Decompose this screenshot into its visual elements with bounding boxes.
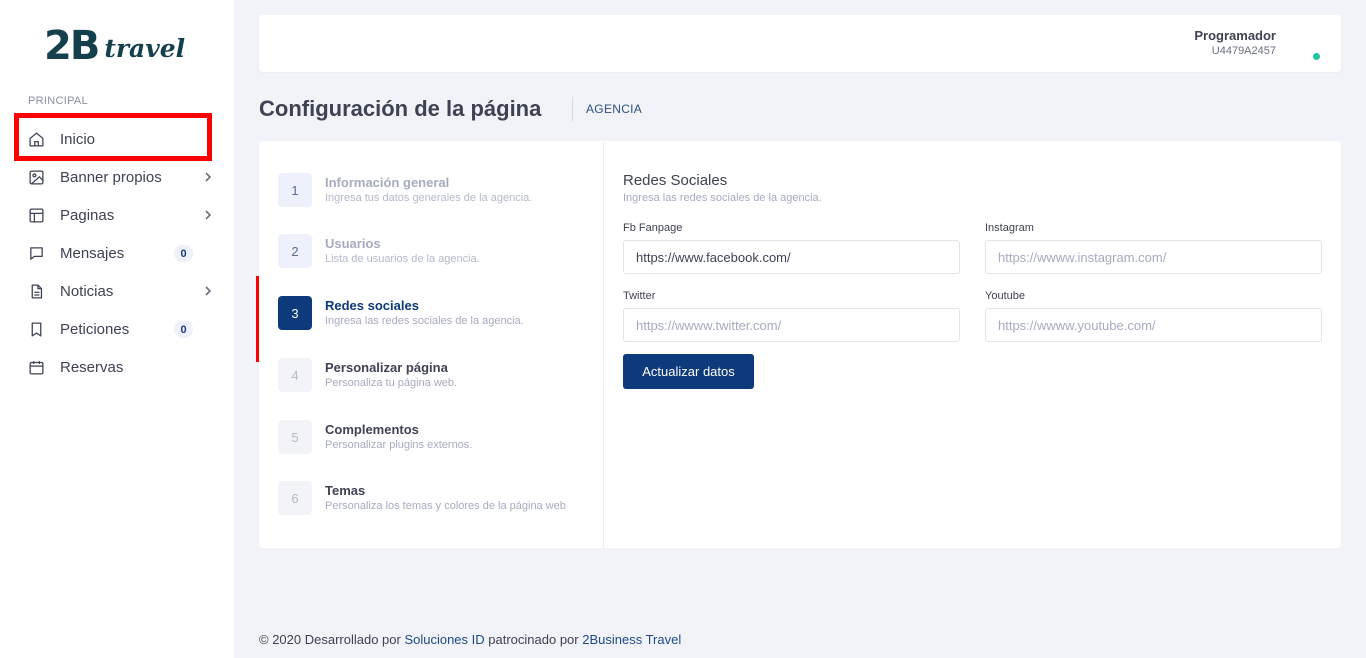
youtube-input[interactable] [985,308,1322,342]
update-data-button[interactable]: Actualizar datos [623,354,754,389]
logo-main-text: 2B [44,23,100,69]
step-number: 1 [278,173,312,207]
sidebar-item-banner-propios[interactable]: Banner propios [0,158,234,196]
topbar: Programador U4479A2457 [259,15,1341,72]
twitter-input[interactable] [623,308,960,342]
wizard-steps: 1 Información general Ingresa tus datos … [259,141,604,548]
fb-fanpage-label: Fb Fanpage [623,222,683,234]
step-temas[interactable]: 6 Temas Personaliza los temas y colores … [278,481,598,521]
step-number: 3 [278,296,312,330]
form-subtitle: Ingresa las redes sociales de la agencia… [623,192,822,204]
step-title: Personalizar página [325,360,448,375]
footer-link-2business-travel[interactable]: 2Business Travel [582,632,681,647]
sidebar-item-label: Peticiones [60,320,130,338]
user-code: U4479A2457 [1211,45,1276,57]
step-personalizar-pagina[interactable]: 4 Personalizar página Personaliza tu pág… [278,358,598,398]
breadcrumb[interactable]: AGENCIA [586,102,642,116]
chevron-right-icon [203,283,213,299]
step-title: Usuarios [325,236,381,251]
youtube-label: Youtube [985,290,1025,302]
sidebar-item-peticiones[interactable]: Peticiones 0 [0,310,234,348]
sidebar-item-reservas[interactable]: Reservas [0,348,234,386]
layout-icon [27,206,45,224]
sidebar-item-paginas[interactable]: Paginas [0,196,234,234]
logo-sub-text: travel [104,34,186,63]
sidebar-item-label: Mensajes [60,244,125,262]
calendar-icon [27,358,45,376]
user-name[interactable]: Programador [1194,28,1276,43]
sidebar-item-label: Paginas [60,206,115,224]
footer: © 2020 Desarrollado por Soluciones ID pa… [259,632,681,647]
instagram-input[interactable] [985,240,1322,274]
footer-link-soluciones-id[interactable]: Soluciones ID [404,632,484,647]
page-title: Configuración de la página [259,96,542,121]
sidebar-item-label: Inicio [60,130,96,148]
step-description: Personalizar plugins externos. [325,439,473,451]
step-title: Redes sociales [325,298,419,313]
sidebar-item-mensajes[interactable]: Mensajes 0 [0,234,234,272]
footer-prefix: © 2020 Desarrollado por [259,632,405,647]
message-icon [27,244,45,262]
step-redes-sociales[interactable]: 3 Redes sociales Ingresa las redes socia… [278,296,598,336]
step-description: Personaliza los temas y colores de la pá… [325,500,566,512]
step-complementos[interactable]: 5 Complementos Personalizar plugins exte… [278,420,598,460]
step-usuarios[interactable]: 2 Usuarios Lista de usuarios de la agenc… [278,234,598,274]
instagram-label: Instagram [985,222,1034,234]
sidebar-item-label: Reservas [60,358,124,376]
step-number: 6 [278,481,312,515]
footer-middle: patrocinado por [484,632,583,647]
messages-count-badge: 0 [174,245,193,262]
twitter-label: Twitter [623,290,656,302]
fb-fanpage-input[interactable] [623,240,960,274]
sidebar-item-label: Banner propios [60,168,162,186]
sidebar-item-inicio[interactable]: Inicio [0,120,234,158]
sidebar-section-label: PRINCIPAL [28,95,88,107]
title-separator [572,97,573,122]
step-title: Información general [325,175,450,190]
sidebar-item-noticias[interactable]: Noticias [0,272,234,310]
step-number: 5 [278,420,312,454]
step-description: Ingresa tus datos generales de la agenci… [325,192,533,204]
step-informacion-general[interactable]: 1 Información general Ingresa tus datos … [278,173,598,213]
sidebar: 2B travel PRINCIPAL Inicio Banner propio… [0,0,234,658]
step-number: 2 [278,234,312,268]
chevron-right-icon [203,207,213,223]
document-icon [27,282,45,300]
sidebar-nav: Inicio Banner propios Paginas Mensajes 0… [0,120,234,386]
settings-card: 1 Información general Ingresa tus datos … [259,141,1341,548]
bookmark-icon [27,320,45,338]
form-title: Redes Sociales [623,172,728,189]
step-title: Complementos [325,422,419,437]
social-networks-form: Redes Sociales Ingresa las redes sociale… [623,141,1323,548]
logo[interactable]: 2B travel [44,16,185,68]
step-description: Lista de usuarios de la agencia. [325,253,480,265]
chevron-right-icon [203,169,213,185]
step-description: Ingresa las redes sociales de la agencia… [325,315,524,327]
step-number: 4 [278,358,312,392]
online-status-dot [1313,53,1320,60]
image-icon [27,168,45,186]
step-description: Personaliza tu página web. [325,377,458,389]
requests-count-badge: 0 [174,321,193,338]
sidebar-item-label: Noticias [60,282,114,300]
step-title: Temas [325,483,366,498]
home-icon [27,130,45,148]
